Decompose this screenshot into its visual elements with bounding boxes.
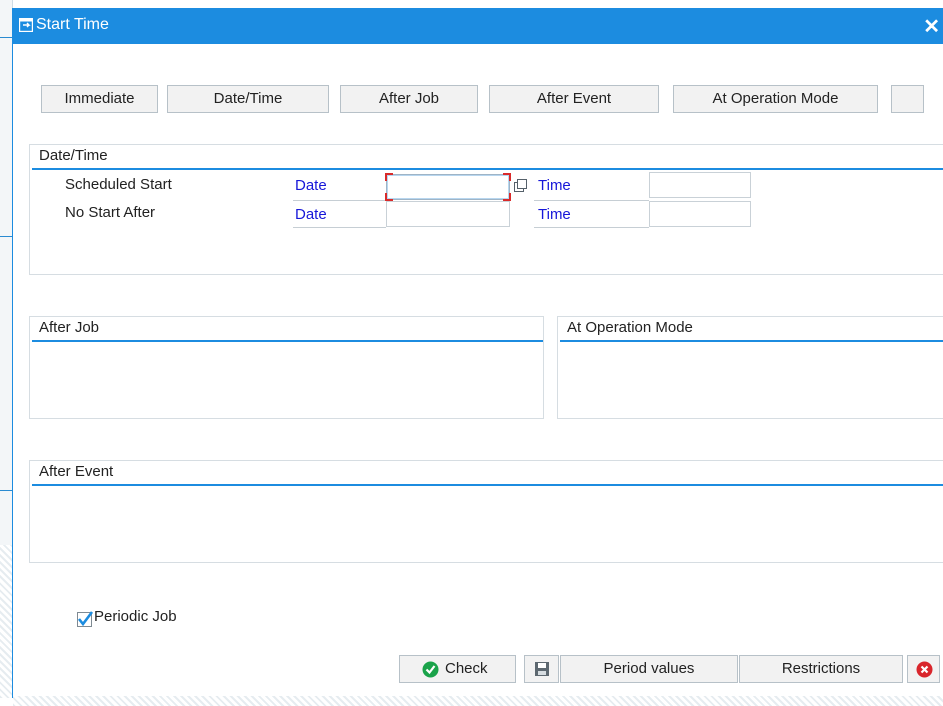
- save-button[interactable]: [524, 655, 559, 683]
- check-icon: [422, 661, 439, 678]
- dialog-icon: [19, 18, 33, 32]
- after-job-group-title: After Job: [39, 319, 100, 336]
- datetime-group-title: Date/Time: [39, 147, 108, 164]
- group-divider: [32, 484, 943, 486]
- no-start-time-label: Time: [538, 206, 571, 223]
- group-divider: [32, 168, 943, 170]
- restrictions-button[interactable]: Restrictions: [739, 655, 903, 683]
- date-time-button[interactable]: Date/Time: [167, 85, 329, 113]
- dialog-titlebar: Start Time ✕: [13, 8, 943, 44]
- start-time-dialog: Start Time ✕ Immediate Date/Time After J…: [12, 8, 943, 706]
- field-underline: [534, 200, 649, 201]
- background-hatch: [0, 545, 12, 698]
- operation-mode-group: At Operation Mode: [557, 316, 943, 419]
- scheduled-time-label: Time: [538, 177, 571, 194]
- value-help-icon[interactable]: [514, 179, 528, 193]
- no-start-after-label: No Start After: [65, 204, 156, 221]
- background-divider: [0, 236, 12, 237]
- cancel-icon: [916, 661, 933, 678]
- scheduled-start-time-input[interactable]: [649, 172, 751, 198]
- after-job-group: After Job: [29, 316, 544, 419]
- dialog-title: Start Time: [36, 16, 109, 33]
- after-event-group: After Event: [29, 460, 943, 563]
- periodic-job-label: Periodic Job: [94, 608, 177, 625]
- operation-mode-group-title: At Operation Mode: [567, 319, 693, 336]
- no-start-after-date-input[interactable]: [386, 201, 510, 227]
- scheduled-start-label: Scheduled Start: [65, 176, 172, 193]
- background-divider: [0, 37, 12, 38]
- background-divider: [0, 490, 12, 491]
- no-start-date-label: Date: [295, 206, 327, 223]
- check-button[interactable]: Check: [399, 655, 516, 683]
- more-options-button[interactable]: [891, 85, 924, 113]
- cancel-button[interactable]: [907, 655, 940, 683]
- close-icon[interactable]: ✕: [923, 14, 940, 39]
- after-event-group-title: After Event: [39, 463, 114, 480]
- periodic-job-checkbox[interactable]: [77, 611, 94, 627]
- immediate-button[interactable]: Immediate: [41, 85, 158, 113]
- at-operation-mode-button[interactable]: At Operation Mode: [673, 85, 878, 113]
- after-event-button[interactable]: After Event: [489, 85, 659, 113]
- group-divider: [32, 340, 543, 342]
- save-icon: [535, 662, 549, 676]
- field-underline: [534, 227, 649, 228]
- field-underline: [293, 227, 386, 228]
- check-label: Check: [445, 660, 488, 677]
- group-divider: [560, 340, 943, 342]
- no-start-after-time-input[interactable]: [649, 201, 751, 227]
- checkmark-icon: [77, 611, 94, 627]
- period-values-button[interactable]: Period values: [560, 655, 738, 683]
- scheduled-date-label: Date: [295, 177, 327, 194]
- scheduled-start-date-input[interactable]: [385, 173, 511, 201]
- field-underline: [293, 200, 386, 201]
- after-job-button[interactable]: After Job: [340, 85, 478, 113]
